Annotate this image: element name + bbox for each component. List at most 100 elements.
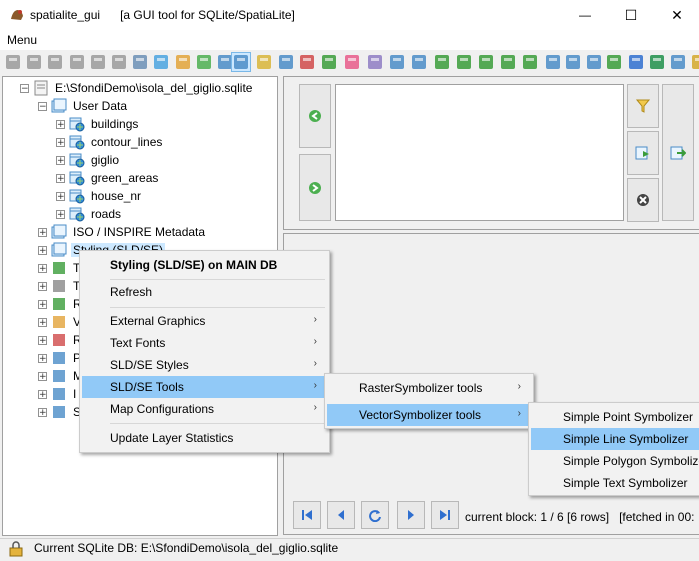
memory-db-icon[interactable] [68, 53, 86, 71]
export-shp-icon[interactable] [605, 53, 623, 71]
expand-icon[interactable]: + [38, 263, 47, 273]
eraser-icon[interactable] [366, 53, 384, 71]
block-info-text: current block: 1 / 6 [6 rows] [465, 510, 610, 524]
menu-item-simple-text-symbolizer[interactable]: Simple Text Symbolizer [531, 472, 699, 494]
menu-item-sld-se-styles[interactable]: SLD/SE Styles › [82, 354, 327, 376]
save-memory-icon[interactable] [89, 53, 107, 71]
disconnect-icon[interactable] [25, 53, 43, 71]
expand-icon[interactable]: + [56, 137, 65, 147]
expand-icon[interactable]: + [38, 299, 47, 309]
menu-item-refresh[interactable]: Refresh [82, 281, 327, 303]
filter-button[interactable] [627, 84, 659, 128]
tree-node-collapsed[interactable]: + V [38, 313, 83, 331]
first-block-button[interactable] [293, 501, 321, 529]
close-memory-icon[interactable] [110, 53, 128, 71]
menu-item-raster-symbolizer-tools[interactable]: RasterSymbolizer tools › [327, 377, 531, 399]
globe-2-icon[interactable] [477, 53, 495, 71]
virtual-csv-icon[interactable] [255, 53, 273, 71]
tree-node-table[interactable]: + buildings [56, 115, 140, 133]
refresh-block-button[interactable] [361, 501, 389, 529]
expand-icon[interactable]: + [56, 119, 65, 129]
tree-node-collapsed[interactable]: + T [38, 277, 82, 295]
globe-icon[interactable] [455, 53, 473, 71]
minimize-button[interactable]: — [562, 0, 608, 30]
menu-item-simple-line-symbolizer[interactable]: Simple Line Symbolizer [531, 428, 699, 450]
bug-icon[interactable] [320, 53, 338, 71]
close-button[interactable]: ✕ [654, 0, 699, 30]
menu-item-sld-se-tools[interactable]: SLD/SE Tools › [82, 376, 327, 398]
attach-icon[interactable] [544, 53, 562, 71]
tree-node-table[interactable]: + green_areas [56, 169, 160, 187]
expand-icon[interactable]: + [38, 335, 47, 345]
menu-item-text-fonts[interactable]: Text Fonts › [82, 332, 327, 354]
geo-table-icon[interactable] [564, 53, 582, 71]
virtual-shp-icon[interactable] [231, 52, 251, 72]
menu-item-external-graphics[interactable]: External Graphics › [82, 310, 327, 332]
sql-script-icon[interactable] [152, 53, 170, 71]
expand-icon[interactable]: + [38, 227, 47, 237]
chart-icon[interactable] [298, 53, 316, 71]
expand-icon[interactable]: + [38, 353, 47, 363]
history-back-button[interactable] [299, 84, 331, 148]
tree-node-collapsed[interactable]: + T [38, 259, 82, 277]
menu-item-update-layer-statistics[interactable]: Update Layer Statistics [82, 427, 327, 449]
previous-block-button[interactable] [327, 501, 355, 529]
expand-icon[interactable]: + [56, 191, 65, 201]
expand-icon[interactable]: + [56, 155, 65, 165]
expand-icon[interactable]: + [38, 407, 47, 417]
tree-node-table[interactable]: + roads [56, 205, 123, 223]
sanitize-icon[interactable] [521, 53, 539, 71]
tree-root[interactable]: − E:\SfondiDemo\isola_del_giglio.sqlite [20, 79, 254, 97]
globe-3-icon[interactable] [499, 53, 517, 71]
export-xls-icon[interactable] [648, 53, 666, 71]
map-icon[interactable] [690, 53, 699, 71]
expand-icon[interactable]: + [38, 371, 47, 381]
tree-node-user-data[interactable]: − User Data [38, 97, 129, 115]
tree-node-collapsed[interactable]: + P [38, 349, 83, 367]
virtual-dbf-icon[interactable] [277, 53, 295, 71]
last-block-button[interactable] [431, 501, 459, 529]
expand-icon[interactable]: + [38, 389, 47, 399]
collapse-icon[interactable]: − [20, 83, 29, 93]
expand-icon[interactable]: + [38, 245, 47, 255]
tree-node-collapsed[interactable]: + R [38, 295, 84, 313]
xml-icon[interactable] [410, 53, 428, 71]
sql-options-button[interactable] [662, 84, 694, 221]
collapse-icon[interactable]: − [38, 101, 47, 111]
menu-item-map-configurations[interactable]: Map Configurations › [82, 398, 327, 420]
tree-node-collapsed[interactable]: + I [38, 385, 78, 403]
shapefile-icon[interactable] [195, 53, 213, 71]
export-dbf-icon[interactable] [627, 53, 645, 71]
tree-node-table[interactable]: + giglio [56, 151, 121, 169]
tree-node-iso-inspire[interactable]: + ISO / INSPIRE Metadata [38, 223, 207, 241]
tree-node-table[interactable]: + contour_lines [56, 133, 164, 151]
history-forward-button[interactable] [299, 154, 331, 221]
maximize-button[interactable]: ☐ [608, 0, 654, 30]
wfs-icon[interactable] [433, 53, 451, 71]
expand-icon[interactable]: + [56, 209, 65, 219]
next-block-button[interactable] [397, 501, 425, 529]
vector-icon[interactable] [669, 53, 687, 71]
new-db-icon[interactable] [46, 53, 64, 71]
execute-sql-button[interactable] [627, 131, 659, 175]
expand-icon[interactable]: + [56, 173, 65, 183]
menu-item-vector-symbolizer-tools[interactable]: VectorSymbolizer tools › [327, 404, 531, 426]
tree-node-table[interactable]: + house_nr [56, 187, 143, 205]
plug-icon[interactable] [131, 53, 149, 71]
tree-node-collapsed[interactable]: + R [38, 331, 84, 349]
sql-input[interactable] [335, 84, 624, 221]
charset-icon[interactable] [585, 53, 603, 71]
tree-node-collapsed[interactable]: + M [38, 367, 85, 385]
expand-icon[interactable]: + [38, 281, 47, 291]
tree-node-collapsed[interactable]: + S [38, 403, 83, 421]
app-subtitle: [a GUI tool for SQLite/SpatiaLite] [120, 8, 295, 22]
clear-sql-button[interactable] [627, 178, 659, 222]
menu-item-simple-polygon-symbolizer[interactable]: Simple Polygon Symbolizer [531, 450, 699, 472]
csv-icon[interactable] [174, 53, 192, 71]
expand-icon[interactable]: + [38, 317, 47, 327]
dxf-icon[interactable] [388, 53, 406, 71]
srid-icon[interactable] [343, 53, 361, 71]
menu-item-simple-point-symbolizer[interactable]: Simple Point Symbolizer [531, 406, 699, 428]
connect-icon[interactable] [4, 53, 22, 71]
menu-item-menu[interactable]: Menu [7, 33, 37, 47]
